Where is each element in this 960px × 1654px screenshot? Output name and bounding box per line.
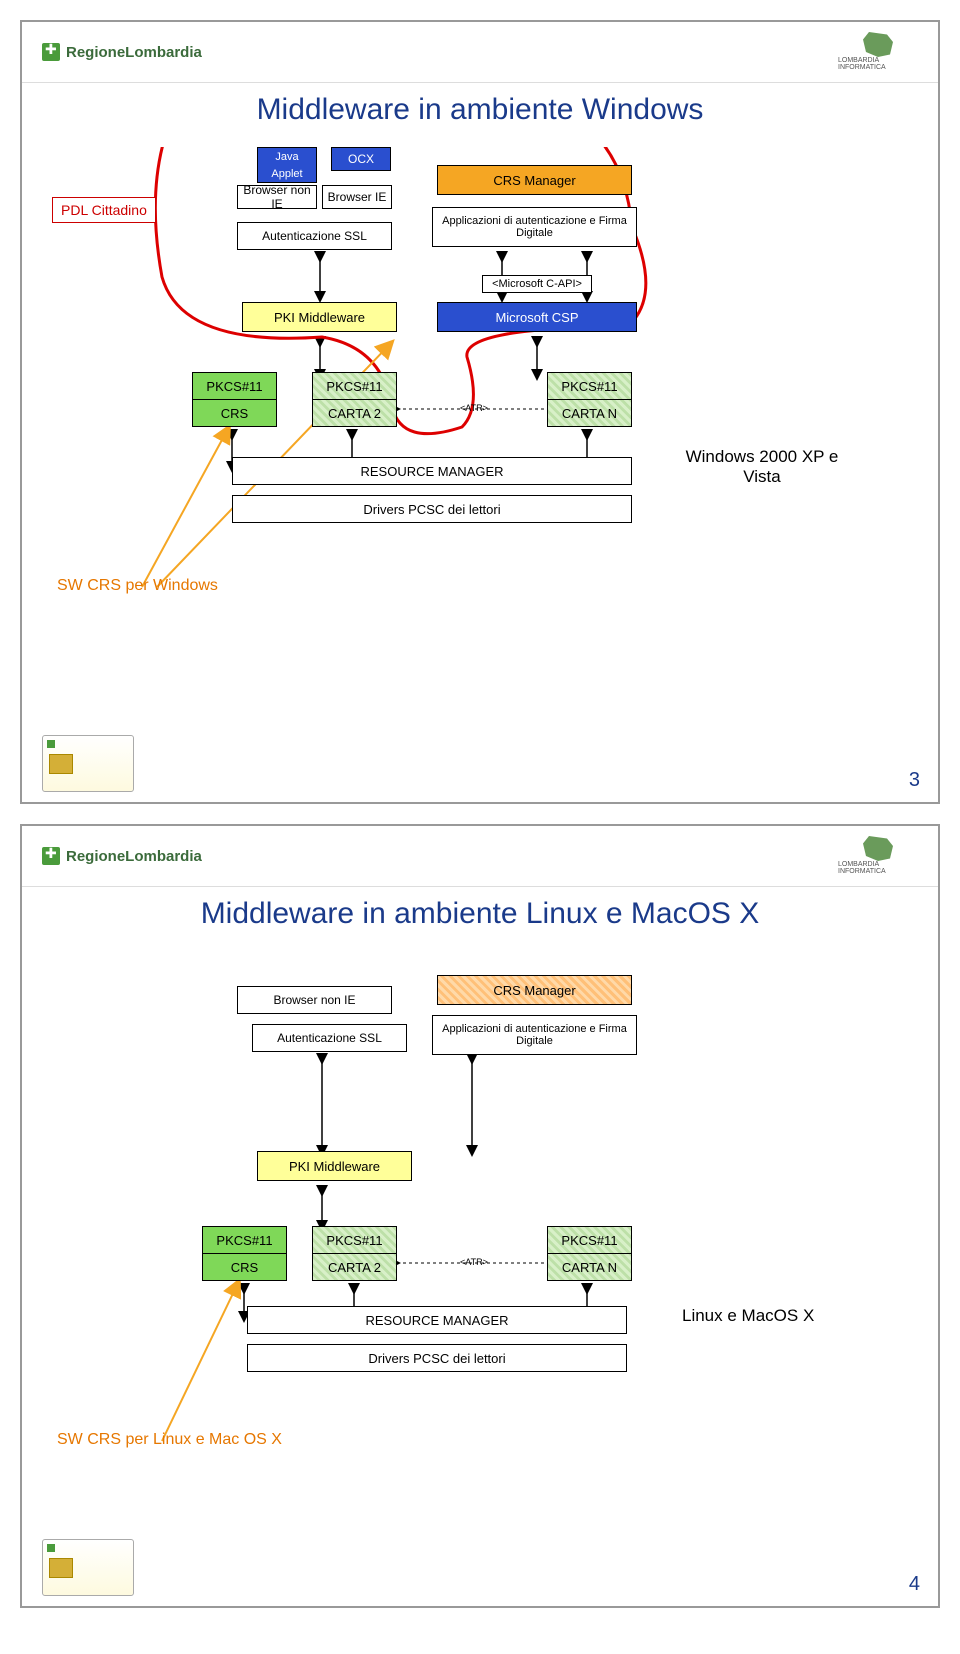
- right-logo-text: LOMBARDIA INFORMATICA: [838, 861, 918, 875]
- pkcs11-crs-top: PKCS#11: [203, 1227, 286, 1254]
- slide-title: Middleware in ambiente Windows: [22, 93, 938, 127]
- pdl-cittadino-label: PDL Cittadino: [52, 197, 156, 223]
- slide-title: Middleware in ambiente Linux e MacOS X: [22, 897, 938, 931]
- drivers-box: Drivers PCSC dei lettori: [247, 1344, 627, 1372]
- crs-card-icon: [42, 1539, 134, 1596]
- header-bar: RegioneLombardia LOMBARDIA INFORMATICA: [22, 22, 938, 83]
- header-bar: RegioneLombardia LOMBARDIA INFORMATICA: [22, 826, 938, 887]
- logo-right: LOMBARDIA INFORMATICA: [838, 32, 918, 72]
- pkcs11-crs-top: PKCS#11: [193, 373, 276, 400]
- os-note: Windows 2000 XP e Vista: [682, 447, 842, 487]
- sw-crs-label: SW CRS per Linux e Mac OS X: [57, 1431, 282, 1449]
- pkcs11-crs-box: PKCS#11 CRS: [192, 372, 277, 427]
- resource-manager-box: RESOURCE MANAGER: [247, 1306, 627, 1334]
- pkcs11-cn-bottom: CARTA N: [548, 1254, 631, 1280]
- pkcs11-carta2-box: PKCS#11 CARTA 2: [312, 372, 397, 427]
- slide-linux-macos: RegioneLombardia LOMBARDIA INFORMATICA M…: [20, 824, 940, 1608]
- logo-left: RegioneLombardia: [42, 847, 202, 865]
- region-logo-icon: [42, 43, 60, 61]
- sw-crs-label: SW CRS per Windows: [57, 577, 218, 595]
- crs-manager-box: CRS Manager: [437, 975, 632, 1005]
- applet-text: Applet: [258, 165, 316, 182]
- crs-manager-box: CRS Manager: [437, 165, 632, 195]
- brand-text: RegioneLombardia: [66, 848, 202, 865]
- atr-label: <ATR>: [460, 403, 488, 413]
- pki-middleware-box: PKI Middleware: [242, 302, 397, 332]
- brand-text: RegioneLombardia: [66, 44, 202, 61]
- slide-windows: RegioneLombardia LOMBARDIA INFORMATICA M…: [20, 20, 940, 804]
- drivers-box: Drivers PCSC dei lettori: [232, 495, 632, 523]
- lombardia-shape-icon: [863, 32, 893, 57]
- pkcs11-c2-bottom: CARTA 2: [313, 400, 396, 426]
- java-applet-box: Java Applet: [257, 147, 317, 183]
- pkcs11-carta2-box: PKCS#11 CARTA 2: [312, 1226, 397, 1281]
- java-text: Java: [258, 148, 316, 165]
- microsoft-csp-box: Microsoft CSP: [437, 302, 637, 332]
- apps-box: Applicazioni di autenticazione e Firma D…: [432, 207, 637, 247]
- page-number: 4: [909, 1573, 920, 1596]
- pkcs11-cn-bottom: CARTA N: [548, 400, 631, 426]
- ocx-box: OCX: [331, 147, 391, 171]
- pkcs11-crs-box: PKCS#11 CRS: [202, 1226, 287, 1281]
- resource-manager-box: RESOURCE MANAGER: [232, 457, 632, 485]
- pkcs11-cn-top: PKCS#11: [548, 373, 631, 400]
- pkcs11-crs-bottom: CRS: [193, 400, 276, 426]
- atr-label: <ATR>: [460, 1257, 488, 1267]
- diagram-area: PDL Cittadino Java Applet OCX Browser no…: [22, 147, 938, 707]
- pkcs11-crs-bottom: CRS: [203, 1254, 286, 1280]
- apps-box: Applicazioni di autenticazione e Firma D…: [432, 1015, 637, 1055]
- logo-right: LOMBARDIA INFORMATICA: [838, 836, 918, 876]
- pkcs11-c2-top: PKCS#11: [313, 1227, 396, 1254]
- auth-ssl-box: Autenticazione SSL: [252, 1024, 407, 1052]
- auth-ssl-box: Autenticazione SSL: [237, 222, 392, 250]
- pki-middleware-box: PKI Middleware: [257, 1151, 412, 1181]
- browser-ie-box: Browser IE: [322, 185, 392, 209]
- logo-left: RegioneLombardia: [42, 43, 202, 61]
- pkcs11-cartan-box: PKCS#11 CARTA N: [547, 1226, 632, 1281]
- lombardia-shape-icon: [863, 836, 893, 861]
- os-note: Linux e MacOS X: [682, 1306, 822, 1326]
- pkcs11-cartan-box: PKCS#11 CARTA N: [547, 372, 632, 427]
- pkcs11-c2-bottom: CARTA 2: [313, 1254, 396, 1280]
- pkcs11-c2-top: PKCS#11: [313, 373, 396, 400]
- pkcs11-cn-top: PKCS#11: [548, 1227, 631, 1254]
- browser-non-ie-box: Browser non IE: [237, 185, 317, 209]
- diagram-area: Browser non IE Autenticazione SSL CRS Ma…: [22, 951, 938, 1511]
- capi-box: <Microsoft C-API>: [482, 275, 592, 293]
- browser-non-ie-box: Browser non IE: [237, 986, 392, 1014]
- crs-card-icon: [42, 735, 134, 792]
- page-number: 3: [909, 769, 920, 792]
- right-logo-text: LOMBARDIA INFORMATICA: [838, 57, 918, 71]
- region-logo-icon: [42, 847, 60, 865]
